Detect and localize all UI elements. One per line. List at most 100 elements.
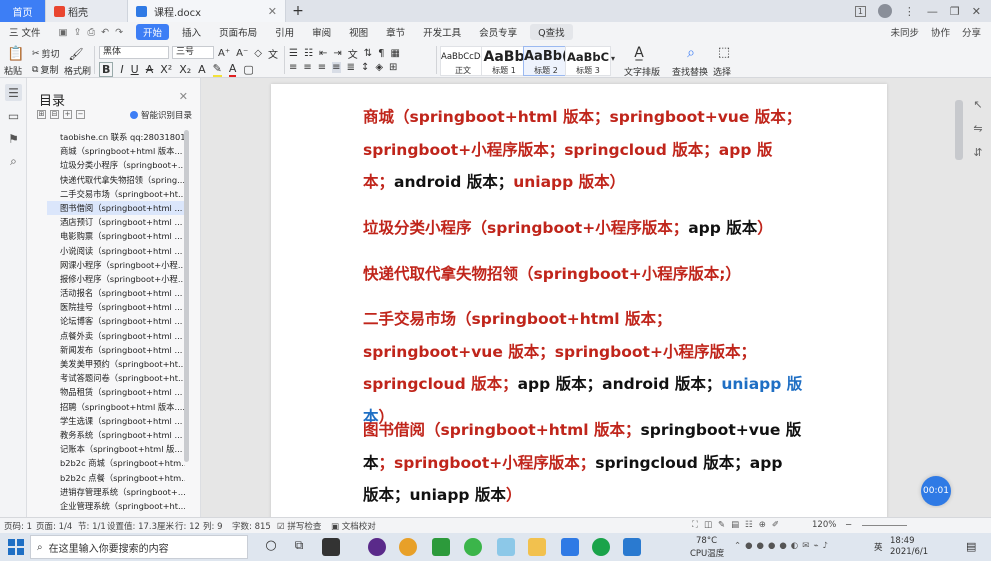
align-distributed-icon[interactable]: ≣: [347, 62, 355, 73]
paragraph-mall[interactable]: 商城（springboot+html 版本；springboot+vue 版本；…: [363, 101, 803, 199]
styles-expand-icon[interactable]: ▾: [611, 54, 615, 63]
line-spacing-icon[interactable]: ↕: [361, 62, 369, 73]
status-position[interactable]: 设置值: 17.3厘米: [107, 520, 174, 532]
align-right-icon[interactable]: ≡: [318, 62, 326, 73]
avatar[interactable]: [877, 4, 892, 18]
align-center-icon[interactable]: ≡: [303, 62, 311, 73]
ime-indicator[interactable]: 英: [874, 541, 883, 553]
wps-writer-icon[interactable]: [561, 538, 579, 556]
toc-item[interactable]: 图书借阅（springboot+html ...: [47, 200, 185, 216]
menu-item-layout[interactable]: 页面布局: [210, 22, 266, 42]
toc-item[interactable]: b2b2c 点餐（springboot+htm...: [47, 471, 185, 485]
status-words[interactable]: 字数: 815: [232, 520, 271, 532]
search-panel-icon[interactable]: ⌕: [5, 153, 22, 170]
sync-status-button[interactable]: 未同步: [890, 25, 919, 39]
style-normal[interactable]: AaBbCcDd 正文: [440, 46, 486, 76]
paste-icon[interactable]: 📋: [6, 46, 26, 62]
border-icon[interactable]: ⊞: [389, 62, 397, 73]
app-icon-2[interactable]: [368, 538, 386, 556]
toc-item[interactable]: 企业管理系统（springboot+ht...: [47, 499, 185, 513]
collaborate-button[interactable]: 协作: [931, 25, 950, 39]
export-icon[interactable]: ⇪: [74, 27, 82, 38]
minimize-icon[interactable]: —: [927, 5, 938, 18]
pinyin-icon[interactable]: 文: [268, 46, 278, 61]
quick-access-icons[interactable]: ▣ ⇪ ⎙ ↶ ↷: [50, 22, 133, 42]
char-border-icon[interactable]: ▢: [243, 63, 253, 76]
new-tab-button[interactable]: +: [286, 0, 310, 22]
toc-item[interactable]: 垃圾分类小程序（springboot+...: [47, 158, 185, 172]
toc-item[interactable]: 考试答题问卷（springboot+ht...: [47, 371, 185, 385]
zoom-slider[interactable]: [862, 525, 907, 526]
format-painter-button[interactable]: 格式刷: [64, 64, 91, 77]
menu-item-start[interactable]: 开始: [136, 24, 170, 40]
strikethrough-icon[interactable]: A: [146, 63, 154, 76]
style-heading-2[interactable]: AaBb(标题 2: [523, 46, 569, 76]
indent-decrease-icon[interactable]: ⇤: [319, 48, 327, 59]
add-heading-icon[interactable]: +: [63, 110, 72, 119]
toc-item[interactable]: 快递代取代拿失物招领（spring...: [47, 173, 185, 187]
show-marks-icon[interactable]: ¶: [378, 48, 384, 59]
menu-item-member[interactable]: 会员专享: [470, 22, 526, 42]
underline-icon[interactable]: U: [131, 63, 139, 76]
menu-item-insert[interactable]: 插入: [173, 22, 210, 42]
toc-item[interactable]: 记账本（springboot+html 版...: [47, 442, 185, 456]
app-icon-5[interactable]: [497, 538, 515, 556]
menu-item-chapter[interactable]: 章节: [377, 22, 414, 42]
doc-proof-button[interactable]: ▣ 文档校对: [331, 520, 376, 532]
superscript-icon[interactable]: X²: [160, 63, 172, 76]
toc-item[interactable]: 论坛博客（springboot+html ...: [47, 314, 185, 328]
document-page[interactable]: 商城（springboot+html 版本；springboot+vue 版本；…: [271, 84, 887, 524]
copy-button[interactable]: ⧉ 复制: [32, 63, 58, 77]
find-search-box[interactable]: Q查找: [530, 24, 573, 40]
adjust-icon[interactable]: ⇋: [968, 122, 988, 140]
page-thumbnail-icon[interactable]: ▭: [5, 107, 22, 124]
paragraph-express[interactable]: 快递代取代拿失物招领（springboot+小程序版本;）: [363, 258, 803, 291]
toc-item[interactable]: 活动报名（springboot+html ...: [47, 286, 185, 300]
clock-time[interactable]: 18:49: [890, 536, 915, 546]
status-pages[interactable]: 页面: 1/4: [36, 520, 72, 532]
cut-button[interactable]: ✂ 剪切: [32, 47, 60, 61]
toc-item[interactable]: 进销存管理系统（springboot+...: [47, 485, 185, 499]
tab-docer[interactable]: 稻壳: [46, 0, 128, 22]
font-color-icon[interactable]: A: [228, 62, 237, 77]
toc-item[interactable]: 点餐外卖（springboot+html ...: [47, 329, 185, 343]
toc-item[interactable]: 二手交易市场（springboot+ht...: [47, 187, 185, 201]
shrink-font-icon[interactable]: A⁻: [236, 48, 248, 59]
menu-item-view[interactable]: 视图: [340, 22, 377, 42]
toc-item[interactable]: 酒店预订（springboot+html ...: [47, 215, 185, 229]
tab-home[interactable]: 首页: [0, 0, 46, 22]
bold-icon[interactable]: B: [99, 62, 114, 77]
share-button[interactable]: 分享: [962, 25, 981, 39]
grow-font-icon[interactable]: A⁺: [218, 48, 230, 59]
close-icon[interactable]: ✕: [179, 90, 188, 103]
search-icon[interactable]: ⌕: [680, 45, 702, 61]
brush-icon[interactable]: 🖌: [66, 46, 86, 62]
style-heading-3[interactable]: AaBbC 标题 3: [565, 46, 611, 76]
subscript-icon[interactable]: X₂: [179, 63, 191, 76]
toc-item[interactable]: 招聘（springboot+html 版本......: [47, 400, 185, 414]
menu-item-review[interactable]: 审阅: [303, 22, 340, 42]
text-layout-icon[interactable]: A̲: [628, 45, 650, 61]
sort-icon[interactable]: ⇅: [364, 48, 372, 59]
expand-all-icon[interactable]: ⊞: [37, 110, 46, 119]
paragraph-library[interactable]: 图书借阅（springboot+html 版本；springboot+vue 版…: [363, 414, 803, 512]
taskbar-search[interactable]: ⌕ 在这里输入你要搜索的内容: [30, 535, 248, 559]
spell-check-button[interactable]: ☑ 拼写检查: [277, 520, 321, 532]
clock-date[interactable]: 2021/6/1: [890, 547, 928, 557]
vscode-icon[interactable]: [623, 538, 641, 556]
clear-format-icon[interactable]: ◇: [254, 48, 262, 59]
bookmark-icon[interactable]: ⚑: [5, 130, 22, 147]
numbered-list-icon[interactable]: ☷: [304, 48, 313, 59]
text-layout-button[interactable]: 文字排版: [624, 65, 660, 78]
menu-item-devtools[interactable]: 开发工具: [414, 22, 470, 42]
toc-item[interactable]: 新闻发布（springboot+html ...: [47, 343, 185, 357]
zoom-level[interactable]: 120%: [812, 520, 836, 530]
toc-icon[interactable]: ☰: [5, 84, 22, 101]
status-page[interactable]: 页码: 1: [4, 520, 32, 532]
chrome-icon[interactable]: [399, 538, 417, 556]
toc-item[interactable]: 医院挂号（springboot+html ...: [47, 300, 185, 314]
status-section[interactable]: 节: 1/1: [78, 520, 106, 532]
toc-item[interactable]: 网课小程序（springboot+小程...: [47, 258, 185, 272]
status-row[interactable]: 行: 12: [175, 520, 200, 532]
paragraph-garbage[interactable]: 垃圾分类小程序（springboot+小程序版本；app 版本）: [363, 212, 803, 245]
